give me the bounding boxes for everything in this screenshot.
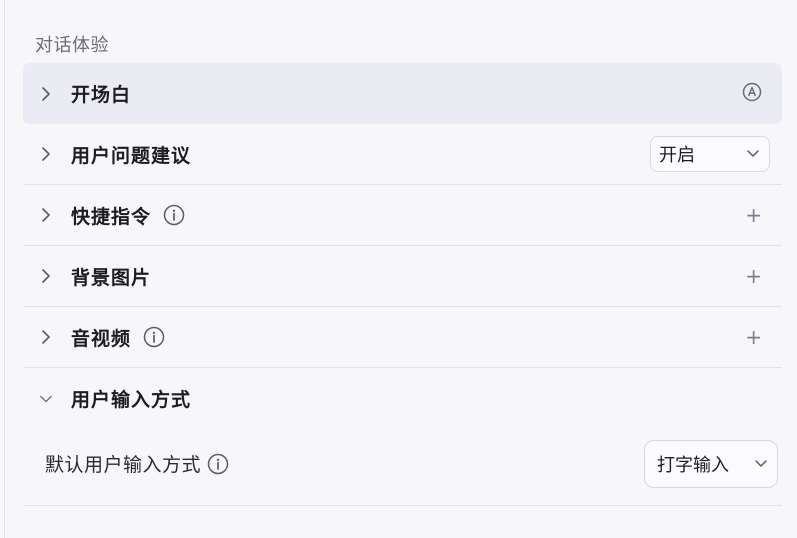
- default-input-mode-row: 默认用户输入方式 打字输入: [23, 422, 782, 506]
- settings-panel: 对话体验 开场白 用户问题建议 开启 快捷指令 + 背景图片 + 音视频 + 用…: [4, 0, 797, 538]
- chevron-down-icon: [735, 150, 759, 158]
- row-opening-message[interactable]: 开场白: [23, 63, 782, 124]
- row-label: 用户输入方式: [71, 389, 192, 411]
- auto-a-icon[interactable]: [742, 82, 762, 106]
- chevron-right-icon[interactable]: [39, 330, 53, 344]
- row-question-suggestions[interactable]: 用户问题建议 开启: [23, 124, 782, 185]
- info-icon[interactable]: [163, 204, 185, 226]
- row-shortcuts[interactable]: 快捷指令 +: [23, 185, 782, 246]
- default-input-mode-label: 默认用户输入方式: [45, 454, 202, 476]
- chevron-down-icon: [743, 459, 767, 468]
- info-icon[interactable]: [143, 326, 165, 348]
- chevron-right-icon[interactable]: [39, 269, 53, 283]
- select-value: 开启: [659, 145, 695, 166]
- chevron-down-icon[interactable]: [39, 392, 53, 406]
- suggestions-select[interactable]: 开启: [650, 136, 770, 172]
- section-title: 对话体验: [35, 35, 109, 56]
- add-background-button[interactable]: +: [745, 266, 762, 286]
- add-audio-video-button[interactable]: +: [745, 327, 762, 347]
- chevron-right-icon[interactable]: [39, 208, 53, 222]
- row-user-input-mode[interactable]: 用户输入方式: [23, 368, 782, 429]
- info-icon[interactable]: [207, 453, 229, 475]
- select-value: 打字输入: [657, 454, 729, 476]
- row-label: 用户问题建议: [71, 144, 192, 167]
- add-shortcut-button[interactable]: +: [745, 205, 762, 225]
- row-background-image[interactable]: 背景图片 +: [23, 246, 782, 307]
- row-audio-video[interactable]: 音视频 +: [23, 307, 782, 368]
- row-label: 开场白: [71, 84, 132, 106]
- row-label: 音视频: [71, 327, 132, 350]
- chevron-right-icon[interactable]: [39, 86, 53, 101]
- row-label: 背景图片: [71, 266, 152, 289]
- chevron-right-icon[interactable]: [39, 147, 53, 161]
- input-mode-select[interactable]: 打字输入: [644, 439, 778, 488]
- row-label: 快捷指令: [71, 205, 152, 228]
